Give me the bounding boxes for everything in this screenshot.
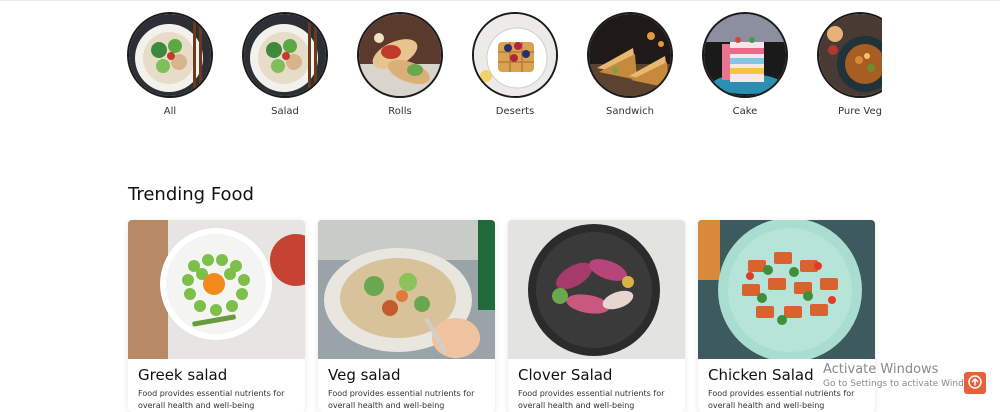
clover-salad-image	[508, 220, 685, 359]
arrow-up-circle-icon	[968, 374, 982, 393]
category-salad[interactable]: Salad	[235, 12, 335, 122]
card-title: Veg salad	[328, 366, 401, 384]
category-deserts[interactable]: Deserts	[465, 12, 565, 122]
card-description: Food provides essential nutrients for ov…	[138, 389, 285, 410]
top-divider	[0, 0, 1000, 1]
salad-bowl-image	[127, 12, 213, 98]
trending-food-heading: Trending Food	[128, 184, 254, 205]
category-sandwich[interactable]: Sandwich	[580, 12, 680, 122]
category-label: Rolls	[388, 106, 412, 117]
greek-salad-image	[128, 220, 305, 359]
sandwich-image	[587, 12, 673, 98]
category-label: All	[163, 106, 177, 117]
veg-curry-image	[817, 12, 882, 98]
food-card-greek-salad[interactable]: Greek salad Food provides essential nutr…	[128, 220, 305, 412]
card-title: Clover Salad	[518, 366, 613, 384]
card-description: Food provides essential nutrients for ov…	[708, 389, 855, 410]
card-title: Greek salad	[138, 366, 228, 384]
category-label: Pure Veg	[838, 106, 882, 117]
category-label: Sandwich	[606, 106, 654, 117]
category-label: Salad	[271, 106, 299, 117]
card-title: Chicken Salad	[708, 366, 814, 384]
salad-bowl-image	[242, 12, 328, 98]
card-description: Food provides essential nutrients for ov…	[518, 389, 665, 410]
category-pure-veg[interactable]: Pure Veg	[810, 12, 882, 122]
category-all[interactable]: All	[120, 12, 220, 122]
category-cake[interactable]: Cake	[695, 12, 795, 122]
wrap-rolls-image	[357, 12, 443, 98]
scroll-to-top-button[interactable]	[964, 372, 986, 394]
category-label: Cake	[732, 106, 758, 117]
category-rolls[interactable]: Rolls	[350, 12, 450, 122]
activate-windows-subtitle: Go to Settings to activate Windows.	[823, 379, 985, 389]
waffle-dessert-image	[472, 12, 558, 98]
layer-cake-image	[702, 12, 788, 98]
chicken-salad-image	[698, 220, 875, 359]
card-description: Food provides essential nutrients for ov…	[328, 389, 475, 410]
food-card-veg-salad[interactable]: Veg salad Food provides essential nutrie…	[318, 220, 495, 412]
veg-salad-image	[318, 220, 495, 359]
category-list: All Salad Rolls Deserts Sandwich Cake Pu…	[120, 12, 882, 122]
category-label: Deserts	[495, 106, 535, 117]
food-card-clover-salad[interactable]: Clover Salad Food provides essential nut…	[508, 220, 685, 412]
activate-windows-title: Activate Windows	[823, 362, 939, 377]
